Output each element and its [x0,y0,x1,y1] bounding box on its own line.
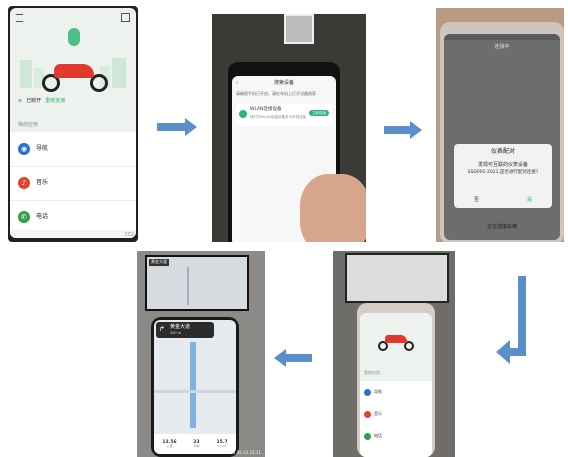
arrow-turn-left-icon [496,276,526,364]
location-pin-icon [68,28,80,46]
arrow-right-icon [384,121,422,139]
connection-status: ≋ 已断开 重新连接 [18,98,65,104]
panel-app-home: ≋ 已断开 重新连接 我的应用 ◉ 导航 ♪ 音乐 ✆ 电话 202 [8,6,138,242]
device-desc: 请打开WLAN连接设备并与车机连接 [250,115,307,119]
navigation-screen: ↱ 黄金大道 300 m 13.56 公里 23 分钟 15.7 km/h [154,320,236,454]
stat-speed: 15.7 km/h [216,439,228,448]
music-icon [364,410,371,418]
status-disconnected: 已断开 [26,98,42,104]
qr-code-image [284,14,314,44]
menu-icon[interactable] [16,14,23,22]
panel-dashboard-home-photo: 我的应用 导航 音乐 电话 [333,251,455,457]
dialog-title: 仪表配对 [490,148,515,155]
hand-image [300,174,366,242]
search-hint: 请确保手机已开启，请在车机上打开设备搜索 [236,91,316,96]
app-item-music[interactable]: 音乐 [360,407,432,421]
phone-body: 连接中 仪表配对 发现可互联的仪表设备 SSD001-2021,是否进行配对连接… [440,22,564,242]
phone-body: ↱ 黄金大道 300 m 13.56 公里 23 分钟 15.7 km/h [151,317,239,457]
panel-navigation-photo: 黄金大道 ↱ 黄金大道 300 m 13.56 公里 23 分钟 15.7 km… [137,251,265,457]
home-screen: ≋ 已断开 重新连接 我的应用 ◉ 导航 ♪ 音乐 ✆ 电话 202 [10,8,136,238]
section-title: 我的应用 [18,122,39,128]
page-title: 搜索设备 [273,80,294,86]
connecting-text: 正在连接车辆 [486,224,517,230]
app-list: ◉ 导航 ♪ 音乐 ✆ 电话 [10,132,136,232]
pairing-dialog: 仪表配对 发现可互联的仪表设备 SSD001-2021,是否进行配对连接? 否 … [454,144,552,208]
app-item-phone[interactable]: ✆ 电话 [10,206,136,228]
nav-bar [10,230,136,238]
dialog-message-1: 发现可互联的仪表设备 [477,162,528,168]
panel-pairing-photo: 连接中 仪表配对 发现可互联的仪表设备 SSD001-2021,是否进行配对连接… [436,8,564,242]
map-lines [187,267,189,305]
app-item-phone[interactable]: 电话 [360,429,432,443]
pairing-screen: 连接中 仪表配对 发现可互联的仪表设备 SSD001-2021,是否进行配对连接… [444,34,560,240]
arrow-right-icon [157,118,197,136]
device-name: WLAN连接设备 [250,107,282,112]
app-item-navigation[interactable]: 导航 [360,385,432,399]
device-card[interactable]: WLAN连接设备 请打开WLAN连接设备并与车机连接 立即连接 [236,104,332,126]
arrow-left-icon [274,349,312,367]
trip-stats-bar: 13.56 公里 23 分钟 15.7 km/h [154,434,236,454]
app-label: 电话 [374,432,382,438]
section-title: 我的应用 [364,370,380,375]
music-icon: ♪ [18,177,30,189]
dashboard-turn-label: 黄金大道 [149,259,169,266]
app-label: 导航 [374,388,382,394]
app-item-music[interactable]: ♪ 音乐 [10,172,136,194]
wlan-icon [239,110,247,118]
turn-distance: 300 m [170,331,182,335]
stat-time: 23 分钟 [193,439,200,448]
route-line [190,342,196,428]
home-screen: 我的应用 导航 音乐 电话 [360,313,432,457]
corner-code: 202 [124,232,134,238]
phone-icon [364,432,371,440]
wifi-icon: ≋ [18,98,23,104]
reconnect-link[interactable]: 重新连接 [45,98,65,104]
app-label: 音乐 [374,410,382,416]
turn-right-icon: ↱ [159,325,165,333]
photo-timestamp: 2023.06.14 15:31 [225,450,261,456]
motorcycle-icon [42,60,108,92]
turn-banner: ↱ 黄金大道 300 m [156,322,214,338]
app-label: 电话 [36,213,49,221]
app-label: 音乐 [36,179,49,187]
status-bar [444,34,560,40]
dialog-message-2: SSD001-2021,是否进行配对连接? [467,170,539,175]
connect-button[interactable]: 立即连接 [309,110,329,117]
stat-distance: 13.56 公里 [162,439,177,448]
dashboard-screen: 黄金大道 [145,255,249,311]
phone-icon: ✆ [18,211,30,223]
dashboard-screen [345,253,449,303]
app-item-navigation[interactable]: ◉ 导航 [10,138,136,160]
compass-icon: ◉ [18,143,30,155]
dialog-yes-button[interactable]: 是 [527,197,532,203]
panel-device-search-photo: ‹ 搜索设备 请确保手机已开启，请在车机上打开设备搜索 WLAN连接设备 请打开… [212,14,366,242]
road-line [154,390,236,393]
screen-title: 连接中 [494,44,510,50]
scan-icon[interactable] [121,13,130,22]
app-list: 导航 音乐 电话 [360,381,432,457]
app-label: 导航 [36,145,49,153]
phone-body: 我的应用 导航 音乐 电话 [357,303,435,457]
motorcycle-icon [378,333,414,351]
compass-icon [364,388,371,396]
dialog-no-button[interactable]: 否 [474,197,479,203]
turn-road-name: 黄金大道 [170,324,191,330]
